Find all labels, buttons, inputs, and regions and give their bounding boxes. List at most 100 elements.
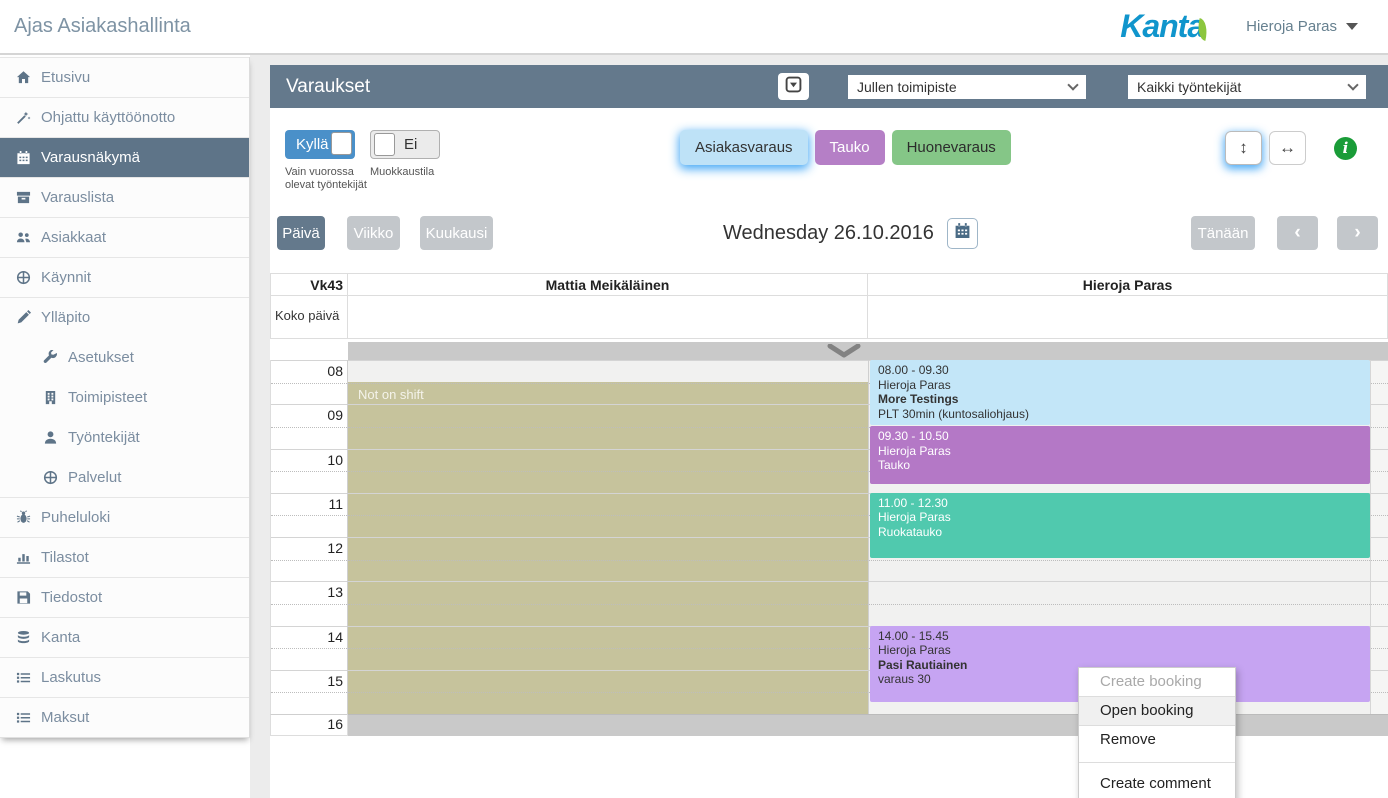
- hour-label: 11: [328, 496, 343, 512]
- column-header-hieroja: Hieroja Paras: [868, 273, 1388, 296]
- sidebar-item-label: Asiakkaat: [41, 229, 106, 246]
- hour-label: 09: [327, 407, 343, 423]
- chevron-down-icon: [1067, 79, 1078, 90]
- sidebar-item-label: Työntekijät: [68, 429, 140, 446]
- legend-tauko[interactable]: Tauko: [815, 130, 885, 165]
- next-day-button[interactable]: ›: [1337, 216, 1378, 250]
- calendar-icon: [954, 222, 971, 244]
- vertical-resize-button[interactable]: ↕: [1225, 131, 1262, 165]
- sidebar-item-kanta[interactable]: Kanta: [0, 617, 249, 657]
- collapse-earlier-hours-bar[interactable]: [348, 342, 1388, 360]
- user-menu[interactable]: Hieroja Paras: [1246, 18, 1358, 35]
- globe-icon: [13, 270, 33, 285]
- sidebar-item-laskutus[interactable]: Laskutus: [0, 657, 249, 697]
- chevron-down-icon: [1347, 79, 1358, 90]
- wrench-icon: [40, 350, 60, 365]
- sidebar-item-label: Varauslista: [41, 189, 114, 206]
- sidebar-item-label: Puheluloki: [41, 509, 110, 526]
- sidebar-item-ty-ntekij-t[interactable]: Työntekijät: [0, 417, 249, 457]
- allday-cell-hieroja[interactable]: [868, 296, 1388, 339]
- current-date: Wednesday 26.10.2016: [723, 216, 934, 250]
- sidebar-item-palvelut[interactable]: Palvelut: [0, 457, 249, 497]
- menu-item-remove[interactable]: Remove: [1079, 726, 1235, 754]
- home-icon: [13, 70, 33, 85]
- sidebar-item-maksut[interactable]: Maksut: [0, 697, 249, 737]
- sidebar-item-asetukset[interactable]: Asetukset: [0, 337, 249, 377]
- horizontal-resize-button[interactable]: ↔: [1269, 131, 1306, 165]
- page-title: Varaukset: [286, 76, 778, 98]
- legend-huonevaraus[interactable]: Huonevaraus: [892, 130, 1011, 165]
- allday-label: Koko päivä: [270, 296, 348, 339]
- topbar: Ajas Asiakashallinta Kanta Hieroja Paras: [0, 0, 1388, 55]
- kanta-logo: Kanta: [1120, 8, 1208, 45]
- sidebar-item-label: Maksut: [41, 709, 89, 726]
- sidebar-item-yll-pito[interactable]: Ylläpito: [0, 297, 249, 337]
- time-column: 0809101112131415: [270, 360, 348, 714]
- week-view-button[interactable]: Viikko: [347, 216, 400, 250]
- hour-label: 15: [327, 673, 343, 689]
- chevron-down-icon: [826, 344, 862, 359]
- toggle-knob: [331, 132, 352, 155]
- sidebar-item-k-ynnit[interactable]: Käynnit: [0, 257, 249, 297]
- sidebar-item-label: Toimipisteet: [68, 389, 147, 406]
- arrows-horizontal-icon: ↔: [1279, 138, 1296, 158]
- bookings-header: Varaukset Jullen toimipiste Kaikki työnt…: [270, 65, 1388, 108]
- sidebar-item-asiakkaat[interactable]: Asiakkaat: [0, 217, 249, 257]
- edit-mode-toggle-label: Muokkaustila: [370, 166, 440, 179]
- calendar-controls: ↕ ↔ i: [1225, 131, 1357, 165]
- sidebar-item-varauslista[interactable]: Varauslista: [0, 177, 249, 217]
- menu-item-create-booking: Create booking: [1079, 668, 1235, 696]
- collapse-panel-button[interactable]: [778, 73, 809, 100]
- arrows-vertical-icon: ↕: [1239, 138, 1248, 158]
- chevron-left-icon: ‹: [1294, 222, 1300, 244]
- context-menu: Create bookingOpen bookingRemove Create c…: [1078, 667, 1236, 798]
- magic-wand-icon: [13, 110, 33, 125]
- sidebar-item-label: Ylläpito: [41, 309, 90, 326]
- day-view-button[interactable]: Päivä: [277, 216, 325, 250]
- office-select[interactable]: Jullen toimipiste: [848, 75, 1086, 99]
- prev-day-button[interactable]: ‹: [1277, 216, 1318, 250]
- legend-group: AsiakasvarausTaukoHuonevaraus: [680, 130, 1018, 165]
- user-name: Hieroja Paras: [1246, 18, 1337, 35]
- sidebar-item-varausn-kym[interactable]: Varausnäkymä: [0, 137, 249, 177]
- sidebar-item-label: Ohjattu käyttöönotto: [41, 109, 175, 126]
- hour-label: 08: [327, 363, 343, 379]
- sidebar-item-tiedostot[interactable]: Tiedostot: [0, 577, 249, 617]
- today-button[interactable]: Tänään: [1191, 216, 1255, 250]
- sidebar-item-label: Laskutus: [41, 669, 101, 686]
- menu-item-open-booking[interactable]: Open booking: [1079, 696, 1235, 726]
- users-icon: [13, 230, 33, 245]
- sidebar-item-label: Käynnit: [41, 269, 91, 286]
- event-ruokatauko[interactable]: 11.00 - 12.30Hieroja ParasRuokatauko: [870, 493, 1370, 558]
- sidebar-item-label: Kanta: [41, 629, 80, 646]
- on-shift-toggle[interactable]: Kyllä: [285, 130, 355, 159]
- legend-asiakasvaraus[interactable]: Asiakasvaraus: [680, 130, 808, 165]
- hour-label: 13: [327, 584, 343, 600]
- bar-chart-icon: [13, 550, 33, 565]
- staff-select[interactable]: Kaikki työntekijät: [1128, 75, 1366, 99]
- pencil-icon: [13, 310, 33, 325]
- chevron-right-icon: ›: [1354, 222, 1360, 244]
- sidebar-item-ohjattu-k-ytt-notto[interactable]: Ohjattu käyttöönotto: [0, 97, 249, 137]
- menu-item-create-comment[interactable]: Create comment: [1079, 762, 1235, 798]
- caret-down-icon: [1346, 23, 1358, 30]
- month-view-button[interactable]: Kuukausi: [420, 216, 493, 250]
- info-icon[interactable]: i: [1334, 137, 1357, 160]
- toggle-knob: [374, 133, 395, 156]
- event-more-testings[interactable]: 08.00 - 09.30Hieroja ParasMore TestingsP…: [870, 360, 1370, 425]
- calendar-grid: 0809101112131415 Not on shift 08.00 - 09…: [270, 360, 1388, 714]
- sidebar-item-tilastot[interactable]: Tilastot: [0, 537, 249, 577]
- column-mattia[interactable]: Not on shift: [348, 360, 868, 714]
- sidebar-item-toimipisteet[interactable]: Toimipisteet: [0, 377, 249, 417]
- sidebar-item-label: Tiedostot: [41, 589, 102, 606]
- column-hieroja[interactable]: 08.00 - 09.30Hieroja ParasMore TestingsP…: [868, 360, 1370, 714]
- edit-mode-toggle[interactable]: Ei: [370, 130, 440, 159]
- sidebar-item-etusivu[interactable]: Etusivu: [0, 57, 249, 97]
- allday-cell-mattia[interactable]: [348, 296, 868, 339]
- date-picker-button[interactable]: [947, 218, 978, 249]
- last-hour-label: 16: [270, 714, 348, 736]
- event-tauko[interactable]: 09.30 - 10.50Hieroja ParasTauko: [870, 426, 1370, 484]
- sidebar-item-puheluloki[interactable]: Puheluloki: [0, 497, 249, 537]
- globe-icon: [40, 470, 60, 485]
- hour-label: 10: [327, 452, 343, 468]
